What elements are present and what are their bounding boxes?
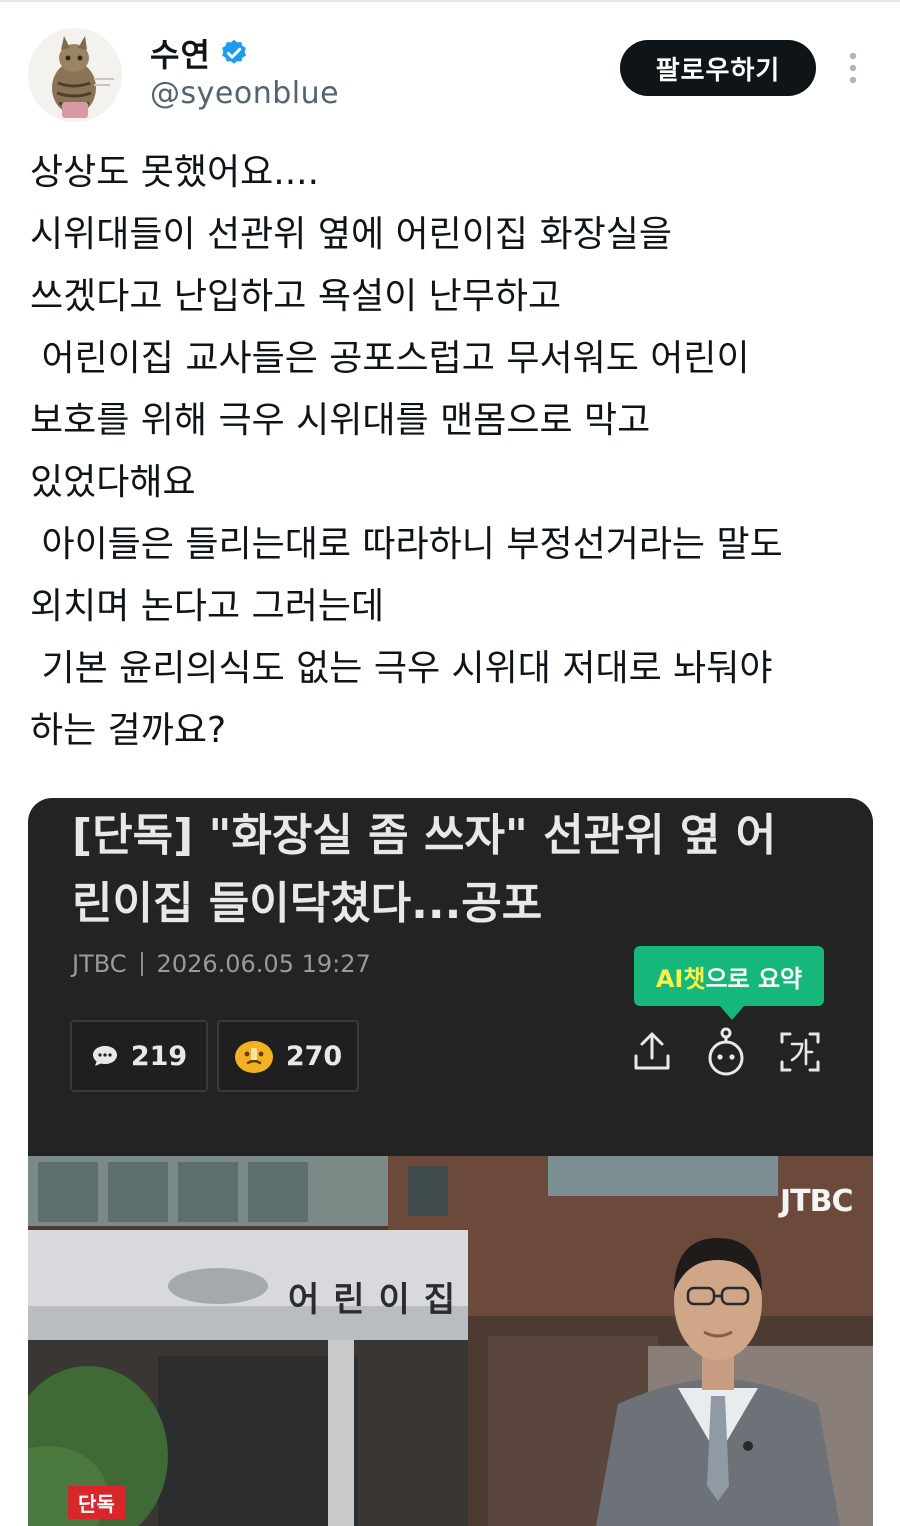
daycare-sign-text: 어린이집 (288, 1280, 470, 1320)
tweet-line: 보호를 위해 극우 시위대를 맨몸으로 막고 (30, 400, 651, 441)
tweet-text: 상상도 못했어요.... 시위대들이 선관위 옆에 어린이집 화장실을 쓰겠다고… (30, 142, 880, 762)
tweet-line: 상상도 못했어요.... (30, 152, 320, 193)
article-headline: [단독] "화장실 좀 쓰자" 선관위 옆 어 린이집 들이닥쳤다...공포 (72, 802, 852, 938)
tweet-line: 쓰겠다고 난입하고 욕설이 난무하고 (30, 276, 562, 317)
cat-avatar-image (28, 28, 122, 122)
comment-icon (92, 1046, 117, 1066)
tweet-line: 시위대들이 선관위 옆에 어린이집 화장실을 (30, 214, 672, 255)
tweet-line: 있었다해요 (30, 462, 196, 503)
ai-summary-label: 으로 요약 (705, 964, 803, 993)
reaction-icon (234, 1041, 273, 1073)
news-photo-scene (28, 1156, 873, 1526)
tweet-line: 어린이집 교사들은 공포스럽고 무서워도 어린이 (30, 338, 750, 379)
reactions-count: 270 (285, 1040, 343, 1072)
headline-line: [단독] "화장실 좀 쓰자" 선관위 옆 어 (72, 810, 777, 861)
name-row: 수연 (150, 30, 249, 76)
exclusive-badge: 단독 (68, 1486, 125, 1519)
top-divider (0, 0, 900, 2)
broadcaster-logo: JTBC (780, 1184, 854, 1219)
article-meta: JTBC 2026.06.05 19:27 (72, 950, 371, 978)
meta-divider (140, 952, 143, 976)
attached-image-card[interactable]: [단독] "화장실 좀 쓰자" 선관위 옆 어 린이집 들이닥쳤다...공포 J… (28, 798, 873, 1526)
display-name[interactable]: 수연 (150, 30, 211, 76)
article-datetime: 2026.06.05 19:27 (156, 950, 371, 978)
follow-button[interactable]: 팔로우하기 (620, 40, 816, 96)
verified-icon (222, 39, 246, 64)
ai-summary-button[interactable]: AI챗 으로 요약 (634, 946, 824, 1020)
share-icon[interactable] (628, 1026, 676, 1078)
ai-bot-icon[interactable] (702, 1026, 750, 1078)
news-photo: JTBC 어린이집 단독 (28, 1156, 873, 1526)
reactions-button[interactable]: 270 (217, 1020, 359, 1092)
user-handle[interactable]: @syeonblue (150, 76, 339, 111)
more-icon[interactable] (838, 48, 868, 88)
avatar[interactable] (28, 28, 122, 122)
tweet-line: 아이들은 들리는대로 따라하니 부정선거라는 말도 (30, 524, 783, 565)
tweet-line: 하는 걸까요? (30, 710, 227, 751)
font-size-icon[interactable] (776, 1026, 824, 1078)
ai-summary-label-accent: AI챗 (655, 964, 706, 993)
headline-line: 린이집 들이닥쳤다...공포 (72, 878, 543, 929)
tweet-line: 기본 윤리의식도 없는 극우 시위대 저대로 놔둬야 (30, 648, 773, 689)
comments-button[interactable]: 219 (70, 1020, 208, 1092)
article-source: JTBC (72, 950, 127, 978)
comments-count: 219 (130, 1040, 188, 1072)
tweet-line: 외치며 논다고 그러는데 (30, 586, 385, 627)
